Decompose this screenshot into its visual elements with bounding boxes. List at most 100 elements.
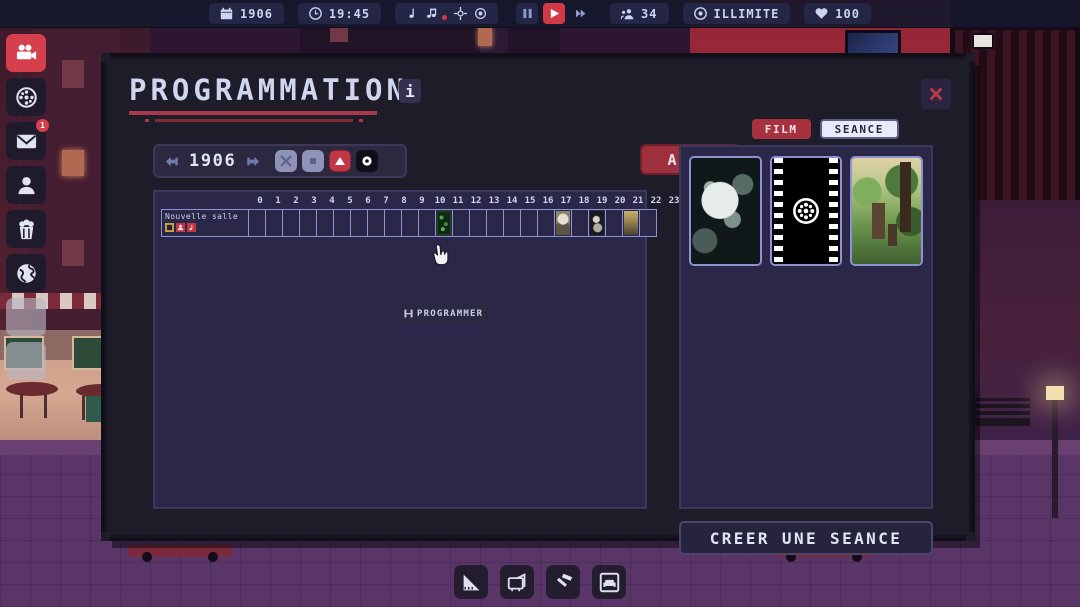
- hour-label: 4: [329, 196, 335, 206]
- hour-label: 9: [419, 196, 425, 206]
- schedule-cell-8[interactable]: [384, 209, 402, 237]
- schedule-cell-16[interactable]: [520, 209, 538, 237]
- film-card-strip[interactable]: [769, 156, 843, 266]
- window: [62, 240, 84, 266]
- fast-forward-icon[interactable]: [570, 3, 592, 24]
- close-icon: [929, 87, 943, 101]
- mail-badge: 1: [36, 119, 49, 132]
- close-button[interactable]: [921, 79, 951, 109]
- sidebar-item-reel[interactable]: [6, 78, 46, 116]
- film-card-forest[interactable]: [850, 156, 924, 266]
- schedule-cell-11[interactable]: [435, 209, 453, 237]
- schedule-cell-12[interactable]: [452, 209, 470, 237]
- sidebar-item-mail[interactable]: 1: [6, 119, 49, 160]
- film-thumbnail: [556, 211, 570, 235]
- music-controls[interactable]: [395, 3, 499, 24]
- sidebar-item-world[interactable]: [6, 254, 46, 292]
- parked-car: [128, 545, 232, 562]
- create-seance-button[interactable]: CREER UNE SEANCE: [679, 521, 933, 555]
- hour-label: 3: [311, 196, 317, 206]
- poster-art-forest: [852, 158, 922, 264]
- hour-label: 11: [452, 196, 464, 206]
- page-title: PROGRAMMATION: [129, 73, 408, 107]
- clock-icon: [309, 7, 322, 20]
- movie-camera-icon: [16, 44, 36, 60]
- schedule-cell-21[interactable]: [605, 209, 623, 237]
- person-icon: [176, 223, 185, 232]
- schedule-cell-0[interactable]: [248, 209, 266, 237]
- tooltip-label: PROGRAMMER: [417, 308, 484, 319]
- year-indicator: 1906: [209, 3, 284, 24]
- schedule-cell-14[interactable]: [486, 209, 504, 237]
- corner-decor: [101, 532, 110, 541]
- people-icon: [621, 7, 634, 20]
- seat-icon: [165, 223, 174, 232]
- clock-indicator: 19:45: [297, 3, 382, 24]
- hour-label: 13: [488, 196, 500, 206]
- arrow-right-icon[interactable]: [244, 153, 261, 170]
- arrow-left-icon[interactable]: [164, 153, 181, 170]
- sidebar-item-concessions[interactable]: [6, 210, 46, 248]
- tool-seating[interactable]: [592, 565, 626, 599]
- schedule-cell-17[interactable]: [537, 209, 555, 237]
- schedule-cell-20[interactable]: [588, 209, 606, 237]
- sidebar-item-locked-2[interactable]: [6, 342, 46, 380]
- filter-target[interactable]: [356, 150, 379, 172]
- schedule-cell-23[interactable]: [639, 209, 657, 237]
- schedule-cell-13[interactable]: [469, 209, 487, 237]
- schedule-cell-18[interactable]: [554, 209, 572, 237]
- panel-tabs: FILM SEANCE: [751, 119, 899, 139]
- tab-seance[interactable]: SEANCE: [819, 119, 899, 139]
- play-icon[interactable]: [543, 3, 566, 24]
- info-button[interactable]: i: [399, 79, 421, 103]
- hour-label: 5: [347, 196, 353, 206]
- schedule-cell-1[interactable]: [265, 209, 283, 237]
- sidebar-item-staff[interactable]: [6, 166, 46, 204]
- clock-value: 19:45: [328, 6, 371, 21]
- schedule-cell-6[interactable]: [350, 209, 368, 237]
- room-label[interactable]: Nouvelle salle: [161, 209, 249, 237]
- filter-alert[interactable]: [329, 150, 352, 172]
- tab-film[interactable]: FILM: [751, 119, 811, 139]
- schedule-cell-2[interactable]: [282, 209, 300, 237]
- schedule-cell-19[interactable]: [571, 209, 589, 237]
- hour-label: 19: [596, 196, 608, 206]
- target-icon[interactable]: [454, 7, 468, 20]
- window: [62, 150, 84, 176]
- pause-icon[interactable]: [516, 3, 539, 24]
- hour-label: 22: [650, 196, 662, 206]
- square-icon: [310, 158, 317, 164]
- hour-label: 18: [578, 196, 590, 206]
- schedule-cell-3[interactable]: [299, 209, 317, 237]
- schedule-cell-7[interactable]: [367, 209, 385, 237]
- film-library-panel: [679, 145, 933, 509]
- sidebar-item-locked-1[interactable]: [6, 298, 46, 336]
- poster-art-filmstrip: [771, 158, 841, 264]
- film-reel-icon: [15, 86, 37, 108]
- music-note-icon[interactable]: [406, 7, 419, 20]
- music-notes-icon[interactable]: [426, 7, 439, 20]
- tool-repair[interactable]: [546, 565, 580, 599]
- schedule-cell-10[interactable]: [418, 209, 436, 237]
- sidebar-item-camera[interactable]: [6, 34, 46, 72]
- hour-label: 0: [257, 196, 263, 206]
- schedule-cell-5[interactable]: [333, 209, 351, 237]
- hour-label: 17: [560, 196, 572, 206]
- schedule-cell-4[interactable]: [316, 209, 334, 237]
- target-icon: [362, 156, 372, 166]
- schedule-cell-9[interactable]: [401, 209, 419, 237]
- corner-decor: [101, 53, 110, 62]
- filter-stop[interactable]: [302, 150, 325, 172]
- hour-label: 16: [542, 196, 554, 206]
- film-card-moon[interactable]: [689, 156, 762, 266]
- tv-icon: [507, 572, 525, 591]
- music-note-icon: [187, 223, 196, 232]
- tool-build[interactable]: [454, 565, 488, 599]
- filter-shuffle[interactable]: [275, 150, 298, 172]
- schedule-cell-22[interactable]: [622, 209, 640, 237]
- tool-decorate[interactable]: [500, 565, 534, 599]
- schedule-cell-15[interactable]: [503, 209, 521, 237]
- circle-dot-icon[interactable]: [474, 7, 487, 20]
- speed-controls[interactable]: [512, 3, 596, 24]
- audience-indicator: 34: [610, 3, 669, 24]
